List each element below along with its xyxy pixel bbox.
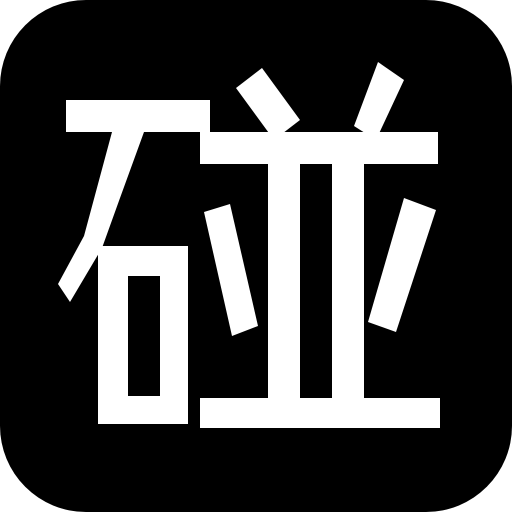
app-icon-tile[interactable]	[0, 0, 512, 512]
glyph-peng-icon	[58, 62, 440, 428]
